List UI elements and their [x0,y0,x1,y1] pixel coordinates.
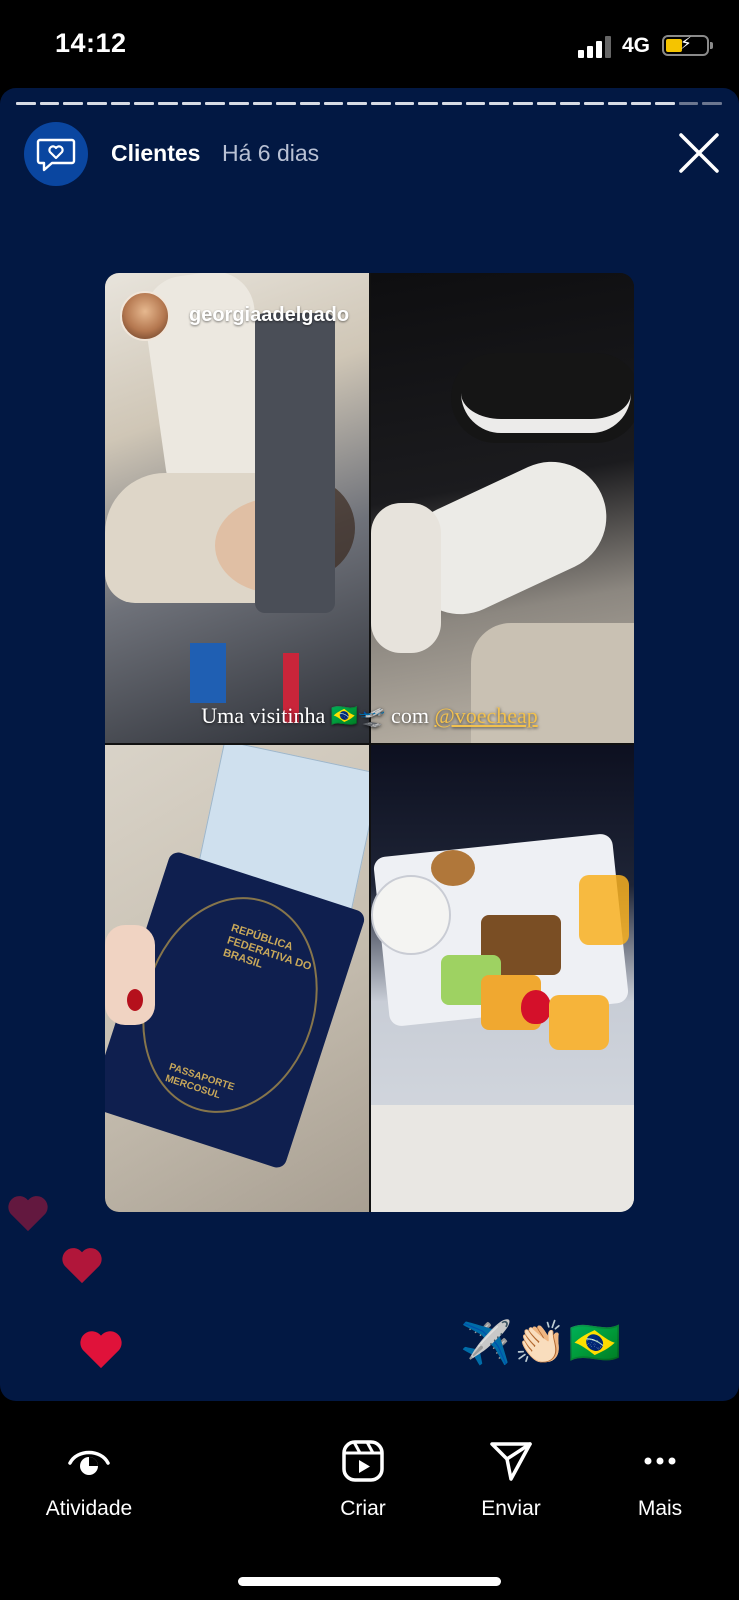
progress-segment [631,102,652,105]
progress-segment [678,102,699,105]
progress-segment [323,102,344,105]
progress-segment [300,102,320,105]
progress-segment [560,102,581,105]
progress-segment [442,102,462,105]
story-action-bar: Atividade Criar Enviar Mais [0,1401,739,1600]
story-timestamp: Há 6 dias [222,140,320,166]
more-dots-icon [644,1457,676,1465]
story-account-name[interactable]: Clientes [111,140,200,167]
progress-segment [465,102,486,105]
cellular-signal-icon [578,34,614,58]
eye-activity-icon [68,1450,110,1475]
collage-author-avatar [120,291,170,341]
progress-segment [276,102,297,105]
progress-segment [134,102,155,105]
home-indicator[interactable] [238,1577,501,1586]
close-icon[interactable] [676,130,722,176]
status-time: 14:12 [55,28,127,58]
heart-chat-bubble-icon [36,138,76,172]
progress-segment [655,102,675,105]
story-reaction-emojis: ✈️👏🏻🇧🇷 [460,1319,623,1366]
story-viewer[interactable]: Clientes Há 6 dias georgiaadelgado Uma v… [0,88,739,1401]
more-label: Mais [637,1497,683,1520]
send-button[interactable]: Enviar [441,1437,581,1521]
progress-segment [584,102,604,105]
activity-button[interactable]: Atividade [19,1437,159,1521]
progress-segment [536,102,557,105]
floating-heart-icon [80,1331,122,1369]
floating-heart-icon [62,1248,102,1284]
highlight-avatar[interactable] [24,122,88,186]
progress-segment [229,102,249,105]
photo-woman-in-seat [105,273,369,743]
progress-segment [39,102,60,105]
caption-mention-link[interactable]: @voecheap [434,703,537,728]
more-button[interactable]: Mais [590,1437,730,1521]
progress-segment [513,102,533,105]
story-progress-bar [16,102,723,105]
progress-segment [87,102,107,105]
activity-label: Atividade [45,1497,133,1520]
progress-segment [158,102,178,105]
status-bar: 14:12 4G ⚡ [0,0,739,88]
progress-segment [252,102,273,105]
story-photo-collage[interactable]: georgiaadelgado Uma visitinha 🇧🇷🛫 com @v… [105,273,634,1212]
photo-passport-boarding-pass: REPÚBLICA FEDERATIVA DO BRASIL PASSAPORT… [105,745,369,1212]
create-button[interactable]: Criar [293,1437,433,1521]
collage-author-username: georgiaadelgado [189,304,350,326]
progress-segment [394,102,415,105]
reels-create-icon [342,1440,384,1482]
caption-text: Uma visitinha 🇧🇷🛫 com [201,703,435,728]
send-label: Enviar [481,1497,541,1520]
progress-segment [205,102,226,105]
progress-segment [702,102,723,105]
progress-segment [181,102,202,105]
progress-segment [418,102,439,105]
progress-segment [110,102,131,105]
create-label: Criar [340,1497,386,1520]
network-type: 4G [622,34,651,57]
photo-inflight-meal [371,745,634,1212]
progress-segment [16,102,36,105]
battery-charging-icon: ⚡ [662,34,713,56]
send-paper-plane-icon [490,1442,532,1481]
photo-white-sneakers [371,273,634,743]
progress-segment [63,102,84,105]
progress-segment [607,102,628,105]
progress-segment [371,102,391,105]
floating-heart-icon [8,1196,48,1232]
collage-caption: Uma visitinha 🇧🇷🛫 com @voecheap [105,703,634,729]
progress-segment [489,102,510,105]
progress-segment [347,102,368,105]
